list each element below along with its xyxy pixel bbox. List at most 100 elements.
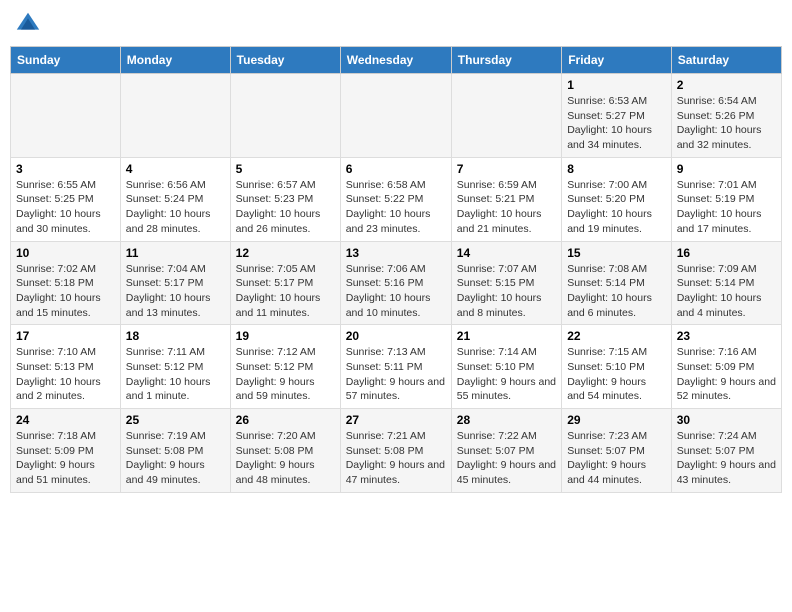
day-info: Sunrise: 6:59 AM Sunset: 5:21 PM Dayligh… bbox=[457, 178, 556, 237]
day-cell: 26Sunrise: 7:20 AM Sunset: 5:08 PM Dayli… bbox=[230, 409, 340, 493]
day-number: 2 bbox=[677, 78, 776, 92]
day-info: Sunrise: 7:18 AM Sunset: 5:09 PM Dayligh… bbox=[16, 429, 115, 488]
day-cell bbox=[230, 74, 340, 158]
day-cell: 15 Sunrise: 7:08 AM Sunset: 5:14 PM Dayli… bbox=[562, 241, 672, 325]
day-info: Sunrise: 7:00 AM Sunset: 5:20 PM Dayligh… bbox=[567, 178, 666, 237]
day-info: Sunrise: 7:23 AM Sunset: 5:07 PM Dayligh… bbox=[567, 429, 666, 488]
day-info: Sunrise: 7:06 AM Sunset: 5:16 PM Dayligh… bbox=[346, 262, 446, 321]
day-info: Sunrise: 6:56 AM Sunset: 5:24 PM Dayligh… bbox=[126, 178, 225, 237]
col-header-wednesday: Wednesday bbox=[340, 47, 451, 74]
calendar-header-row: SundayMondayTuesdayWednesdayThursdayFrid… bbox=[11, 47, 782, 74]
calendar-table: SundayMondayTuesdayWednesdayThursdayFrid… bbox=[10, 46, 782, 493]
day-cell: 9 Sunrise: 7:01 AM Sunset: 5:19 PM Daylig… bbox=[671, 157, 781, 241]
day-info: Sunrise: 6:57 AM Sunset: 5:23 PM Dayligh… bbox=[236, 178, 335, 237]
day-number: 13 bbox=[346, 246, 446, 260]
day-info: Sunrise: 7:21 AM Sunset: 5:08 PM Dayligh… bbox=[346, 429, 446, 488]
day-cell: 23 Sunrise: 7:16 AM Sunset: 5:09 PM Dayli… bbox=[671, 325, 781, 409]
day-number: 6 bbox=[346, 162, 446, 176]
day-number: 5 bbox=[236, 162, 335, 176]
day-number: 27 bbox=[346, 413, 446, 427]
day-number: 4 bbox=[126, 162, 225, 176]
day-number: 21 bbox=[457, 329, 556, 343]
day-cell: 4 Sunrise: 6:56 AM Sunset: 5:24 PM Daylig… bbox=[120, 157, 230, 241]
day-cell: 7Sunrise: 6:59 AM Sunset: 5:21 PM Daylig… bbox=[451, 157, 561, 241]
day-cell: 24 Sunrise: 7:18 AM Sunset: 5:09 PM Dayli… bbox=[11, 409, 121, 493]
week-row-5: 24 Sunrise: 7:18 AM Sunset: 5:09 PM Dayli… bbox=[11, 409, 782, 493]
day-number: 24 bbox=[16, 413, 115, 427]
day-number: 10 bbox=[16, 246, 115, 260]
week-row-1: 1 Sunrise: 6:53 AM Sunset: 5:27 PM Daylig… bbox=[11, 74, 782, 158]
day-info: Sunrise: 7:05 AM Sunset: 5:17 PM Dayligh… bbox=[236, 262, 335, 321]
day-info: Sunrise: 7:04 AM Sunset: 5:17 PM Dayligh… bbox=[126, 262, 225, 321]
day-number: 18 bbox=[126, 329, 225, 343]
day-cell: 18 Sunrise: 7:11 AM Sunset: 5:12 PM Dayli… bbox=[120, 325, 230, 409]
day-cell: 16 Sunrise: 7:09 AM Sunset: 5:14 PM Dayli… bbox=[671, 241, 781, 325]
day-info: Sunrise: 7:24 AM Sunset: 5:07 PM Dayligh… bbox=[677, 429, 776, 488]
day-cell: 3 Sunrise: 6:55 AM Sunset: 5:25 PM Daylig… bbox=[11, 157, 121, 241]
day-cell: 13 Sunrise: 7:06 AM Sunset: 5:16 PM Dayli… bbox=[340, 241, 451, 325]
day-number: 29 bbox=[567, 413, 666, 427]
week-row-3: 10 Sunrise: 7:02 AM Sunset: 5:18 PM Dayli… bbox=[11, 241, 782, 325]
day-info: Sunrise: 7:02 AM Sunset: 5:18 PM Dayligh… bbox=[16, 262, 115, 321]
day-number: 22 bbox=[567, 329, 666, 343]
day-cell: 30 Sunrise: 7:24 AM Sunset: 5:07 PM Dayli… bbox=[671, 409, 781, 493]
day-cell: 22 Sunrise: 7:15 AM Sunset: 5:10 PM Dayli… bbox=[562, 325, 672, 409]
day-cell: 28Sunrise: 7:22 AM Sunset: 5:07 PM Dayli… bbox=[451, 409, 561, 493]
col-header-thursday: Thursday bbox=[451, 47, 561, 74]
day-info: Sunrise: 7:09 AM Sunset: 5:14 PM Dayligh… bbox=[677, 262, 776, 321]
day-number: 30 bbox=[677, 413, 776, 427]
day-info: Sunrise: 7:15 AM Sunset: 5:10 PM Dayligh… bbox=[567, 345, 666, 404]
col-header-sunday: Sunday bbox=[11, 47, 121, 74]
day-info: Sunrise: 7:22 AM Sunset: 5:07 PM Dayligh… bbox=[457, 429, 556, 488]
day-cell: 25Sunrise: 7:19 AM Sunset: 5:08 PM Dayli… bbox=[120, 409, 230, 493]
day-info: Sunrise: 7:11 AM Sunset: 5:12 PM Dayligh… bbox=[126, 345, 225, 404]
day-number: 19 bbox=[236, 329, 335, 343]
day-info: Sunrise: 6:58 AM Sunset: 5:22 PM Dayligh… bbox=[346, 178, 446, 237]
logo bbox=[14, 10, 46, 38]
day-number: 9 bbox=[677, 162, 776, 176]
day-info: Sunrise: 7:13 AM Sunset: 5:11 PM Dayligh… bbox=[346, 345, 446, 404]
day-number: 20 bbox=[346, 329, 446, 343]
day-number: 25 bbox=[126, 413, 225, 427]
day-cell: 20 Sunrise: 7:13 AM Sunset: 5:11 PM Dayli… bbox=[340, 325, 451, 409]
day-info: Sunrise: 7:08 AM Sunset: 5:14 PM Dayligh… bbox=[567, 262, 666, 321]
day-cell: 29 Sunrise: 7:23 AM Sunset: 5:07 PM Dayli… bbox=[562, 409, 672, 493]
day-info: Sunrise: 7:14 AM Sunset: 5:10 PM Dayligh… bbox=[457, 345, 556, 404]
day-number: 1 bbox=[567, 78, 666, 92]
day-info: Sunrise: 6:55 AM Sunset: 5:25 PM Dayligh… bbox=[16, 178, 115, 237]
col-header-friday: Friday bbox=[562, 47, 672, 74]
day-number: 3 bbox=[16, 162, 115, 176]
day-info: Sunrise: 7:07 AM Sunset: 5:15 PM Dayligh… bbox=[457, 262, 556, 321]
day-info: Sunrise: 6:54 AM Sunset: 5:26 PM Dayligh… bbox=[677, 94, 776, 153]
day-info: Sunrise: 7:01 AM Sunset: 5:19 PM Dayligh… bbox=[677, 178, 776, 237]
day-info: Sunrise: 7:12 AM Sunset: 5:12 PM Dayligh… bbox=[236, 345, 335, 404]
day-number: 15 bbox=[567, 246, 666, 260]
day-cell bbox=[451, 74, 561, 158]
week-row-2: 3 Sunrise: 6:55 AM Sunset: 5:25 PM Daylig… bbox=[11, 157, 782, 241]
day-cell: 6 Sunrise: 6:58 AM Sunset: 5:22 PM Daylig… bbox=[340, 157, 451, 241]
day-number: 23 bbox=[677, 329, 776, 343]
page-header bbox=[10, 10, 782, 38]
logo-icon bbox=[14, 10, 42, 38]
day-cell: 1 Sunrise: 6:53 AM Sunset: 5:27 PM Daylig… bbox=[562, 74, 672, 158]
day-cell bbox=[11, 74, 121, 158]
day-cell: 14Sunrise: 7:07 AM Sunset: 5:15 PM Dayli… bbox=[451, 241, 561, 325]
day-cell: 5 Sunrise: 6:57 AM Sunset: 5:23 PM Daylig… bbox=[230, 157, 340, 241]
col-header-monday: Monday bbox=[120, 47, 230, 74]
day-cell: 27 Sunrise: 7:21 AM Sunset: 5:08 PM Dayli… bbox=[340, 409, 451, 493]
day-info: Sunrise: 7:10 AM Sunset: 5:13 PM Dayligh… bbox=[16, 345, 115, 404]
day-info: Sunrise: 6:53 AM Sunset: 5:27 PM Dayligh… bbox=[567, 94, 666, 153]
week-row-4: 17Sunrise: 7:10 AM Sunset: 5:13 PM Dayli… bbox=[11, 325, 782, 409]
day-info: Sunrise: 7:20 AM Sunset: 5:08 PM Dayligh… bbox=[236, 429, 335, 488]
day-number: 12 bbox=[236, 246, 335, 260]
day-cell: 8Sunrise: 7:00 AM Sunset: 5:20 PM Daylig… bbox=[562, 157, 672, 241]
col-header-tuesday: Tuesday bbox=[230, 47, 340, 74]
day-number: 11 bbox=[126, 246, 225, 260]
day-cell: 10 Sunrise: 7:02 AM Sunset: 5:18 PM Dayli… bbox=[11, 241, 121, 325]
day-cell: 12 Sunrise: 7:05 AM Sunset: 5:17 PM Dayli… bbox=[230, 241, 340, 325]
day-cell: 17Sunrise: 7:10 AM Sunset: 5:13 PM Dayli… bbox=[11, 325, 121, 409]
day-cell: 21 Sunrise: 7:14 AM Sunset: 5:10 PM Dayli… bbox=[451, 325, 561, 409]
day-number: 16 bbox=[677, 246, 776, 260]
day-info: Sunrise: 7:16 AM Sunset: 5:09 PM Dayligh… bbox=[677, 345, 776, 404]
day-cell: 2 Sunrise: 6:54 AM Sunset: 5:26 PM Daylig… bbox=[671, 74, 781, 158]
